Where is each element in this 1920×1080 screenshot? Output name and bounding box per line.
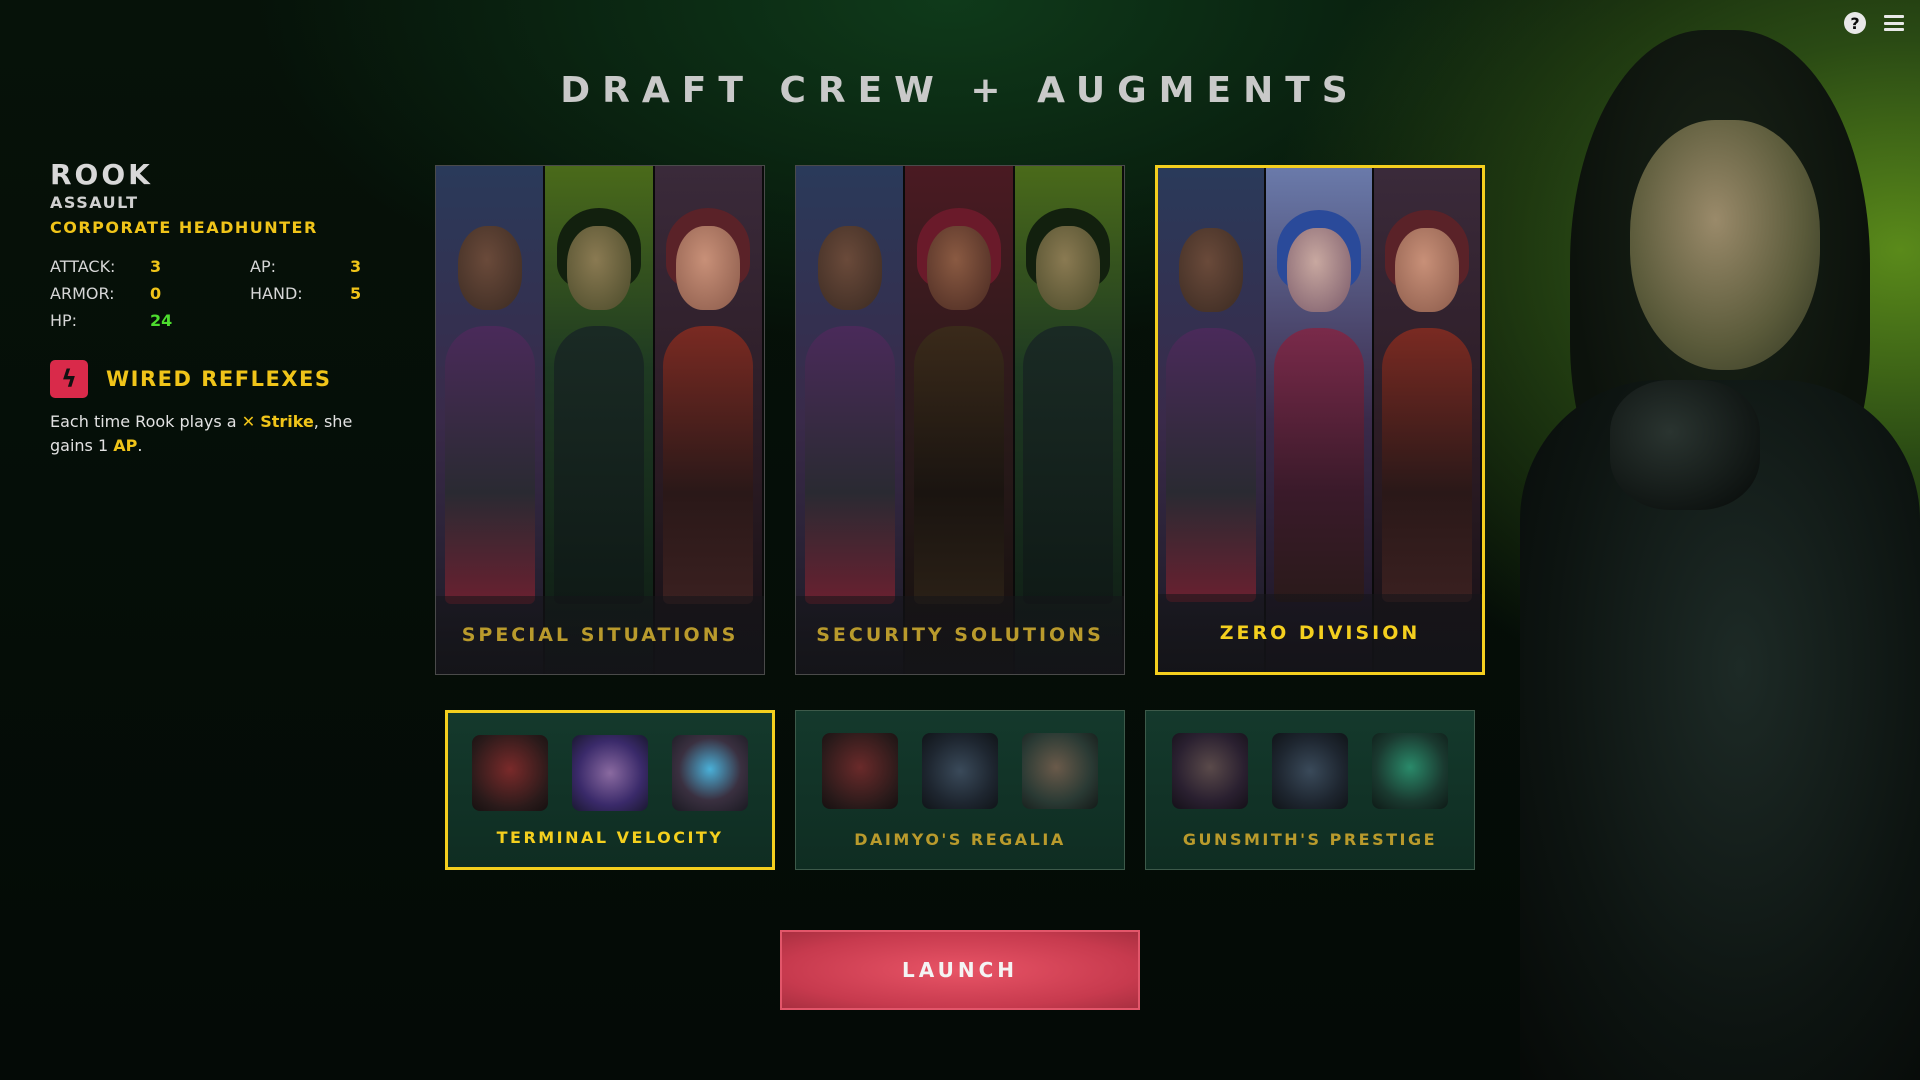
lightning-icon: ϟ bbox=[50, 360, 88, 398]
ap-value: 3 bbox=[350, 257, 362, 276]
motorcycle-icon bbox=[572, 735, 648, 811]
augment-card-gunsmiths-prestige[interactable]: GUNSMITH'S PRESTIGE bbox=[1145, 710, 1475, 870]
ability-name: WIRED REFLEXES bbox=[106, 367, 332, 391]
armor-plate-icon bbox=[1272, 733, 1348, 809]
hp-value: 24 bbox=[150, 311, 173, 330]
crew-label: SECURITY SOLUTIONS bbox=[796, 596, 1124, 674]
augment-label: GUNSMITH'S PRESTIGE bbox=[1182, 830, 1438, 849]
ability-header: ϟ WIRED REFLEXES bbox=[50, 360, 390, 398]
cyber-arm-icon bbox=[1372, 733, 1448, 809]
gunsmith-portrait-icon bbox=[1172, 733, 1248, 809]
hp-label: HP: bbox=[50, 311, 78, 330]
augment-label: TERMINAL VELOCITY bbox=[496, 828, 724, 847]
character-role: ASSAULT bbox=[50, 193, 139, 212]
launch-button[interactable]: LAUNCH bbox=[780, 930, 1140, 1010]
augment-label: DAIMYO'S REGALIA bbox=[854, 830, 1066, 849]
armor-label: ARMOR: bbox=[50, 284, 115, 303]
armor-plate-icon bbox=[922, 733, 998, 809]
page-title: DRAFT CREW + AUGMENTS bbox=[560, 70, 1360, 111]
demon-mask-icon bbox=[472, 735, 548, 811]
augment-card-daimyos-regalia[interactable]: DAIMYO'S REGALIA bbox=[795, 710, 1125, 870]
armor-value: 0 bbox=[150, 284, 162, 303]
attack-label: ATTACK: bbox=[50, 257, 116, 276]
augment-card-terminal-velocity[interactable]: TERMINAL VELOCITY bbox=[445, 710, 775, 870]
character-stats: ATTACK: 3 AP: 3 ARMOR: 0 HAND: 5 HP: 24 bbox=[50, 257, 390, 330]
crew-label: ZERO DIVISION bbox=[1158, 594, 1482, 672]
crew-options: SPECIAL SITUATIONS SECURITY SOLUTIONS ZE… bbox=[435, 165, 1485, 675]
crew-label: SPECIAL SITUATIONS bbox=[436, 596, 764, 674]
hero-portrait-art bbox=[1500, 0, 1920, 1080]
crew-card-special-situations[interactable]: SPECIAL SITUATIONS bbox=[435, 165, 765, 675]
hand-value: 5 bbox=[350, 284, 362, 303]
character-faction: CORPORATE HEADHUNTER bbox=[50, 218, 318, 237]
character-panel: ROOK ASSAULT CORPORATE HEADHUNTER ATTACK… bbox=[50, 158, 390, 458]
strike-icon: ✕ bbox=[241, 412, 256, 431]
ability-description: Each time Rook plays a ✕ Strike, she gai… bbox=[50, 412, 353, 455]
crew-card-security-solutions[interactable]: SECURITY SOLUTIONS bbox=[795, 165, 1125, 675]
character-name: ROOK bbox=[50, 158, 153, 191]
cyber-implant-icon bbox=[1022, 733, 1098, 809]
augment-options: TERMINAL VELOCITY DAIMYO'S REGALIA GUNSM… bbox=[445, 710, 1475, 870]
attack-value: 3 bbox=[150, 257, 162, 276]
demon-mask-icon bbox=[822, 733, 898, 809]
cyber-visor-icon bbox=[672, 735, 748, 811]
crew-card-zero-division[interactable]: ZERO DIVISION bbox=[1155, 165, 1485, 675]
hand-label: HAND: bbox=[250, 284, 303, 303]
ap-label: AP: bbox=[250, 257, 276, 276]
